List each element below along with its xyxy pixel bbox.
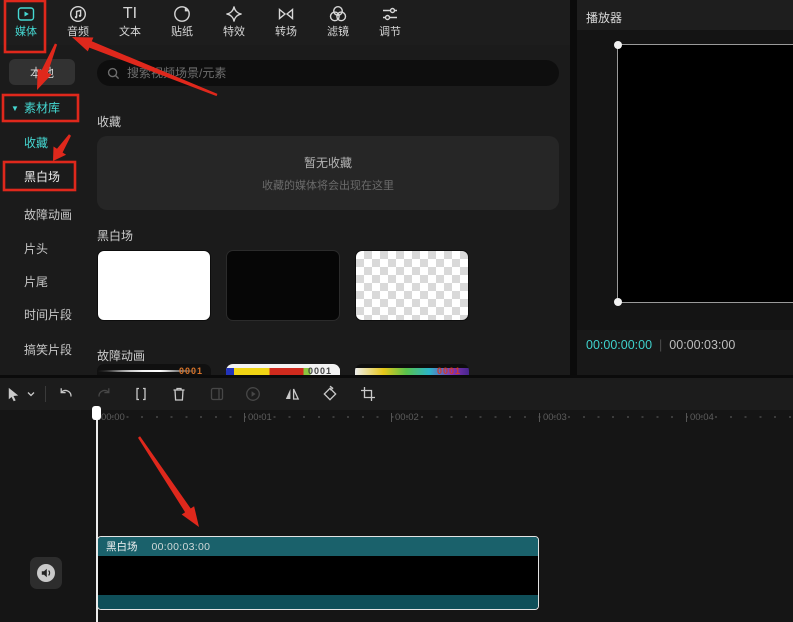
video-editor-app: 媒体 音频 TI 文本 贴纸 特效	[0, 0, 793, 622]
tab-text[interactable]: TI 文本	[104, 3, 156, 44]
sidebar-item-favorites[interactable]: 收藏	[24, 135, 48, 151]
sidebar-item-bw-field[interactable]: 黑白场	[24, 169, 60, 185]
tab-filter-label: 滤镜	[327, 26, 349, 38]
tab-audio[interactable]: 音频	[52, 3, 104, 44]
tab-audio-label: 音频	[67, 26, 89, 38]
empty-state-subtitle: 收藏的媒体将会出现在这里	[262, 177, 394, 193]
tab-transition[interactable]: 转场	[260, 3, 312, 44]
black-field-thumbnail[interactable]	[226, 250, 340, 321]
media-library-panel: 媒体 音频 TI 文本 贴纸 特效	[0, 0, 570, 375]
selection-handle-top-left[interactable]	[614, 41, 622, 49]
search-bar	[97, 60, 559, 86]
ruler-label: 00:03	[539, 413, 567, 423]
crop-button[interactable]	[359, 385, 377, 403]
media-icon	[16, 3, 37, 24]
tab-sticker[interactable]: 贴纸	[156, 3, 208, 44]
delete-button[interactable]	[170, 385, 188, 403]
tab-filter[interactable]: 滤镜	[312, 3, 364, 44]
empty-state-title: 暂无收藏	[304, 154, 352, 171]
transparent-field-thumbnail[interactable]	[355, 250, 469, 321]
selection-handle-bottom-left[interactable]	[614, 298, 622, 306]
split-button[interactable]	[132, 385, 150, 403]
timeline-clip-bw-field[interactable]: 黑白场 00:00:03:00	[97, 536, 539, 610]
player-title: 播放器	[586, 9, 622, 26]
favorites-section-header: 收藏	[97, 113, 121, 130]
undo-button[interactable]	[57, 385, 75, 403]
playhead-line[interactable]	[96, 408, 98, 622]
tab-adjust[interactable]: 调节	[364, 3, 416, 44]
clip-name: 黑白场	[106, 539, 138, 554]
search-input[interactable]	[127, 66, 527, 80]
clip-header: 黑白场 00:00:03:00	[98, 537, 538, 556]
tab-effects[interactable]: 特效	[208, 3, 260, 44]
sidebar-item-funny-segment[interactable]: 搞笑片段	[24, 342, 72, 358]
clip-body	[98, 556, 538, 595]
preview-play-button[interactable]	[244, 385, 262, 403]
sidebar-item-intro[interactable]: 片头	[24, 241, 48, 257]
player-time-display: 00:00:00:00 | 00:00:03:00	[586, 338, 735, 352]
select-tool-dropdown-chevron-icon[interactable]	[22, 385, 40, 403]
track-mute-button[interactable]	[30, 557, 62, 589]
panel-divider-vertical	[570, 0, 577, 375]
tab-transition-label: 转场	[275, 26, 297, 38]
current-time: 00:00:00:00	[586, 338, 652, 352]
preview-canvas	[617, 44, 793, 303]
time-separator: |	[659, 338, 662, 352]
timeline-section: 00:00 00:01 00:02 00:03 00:04 黑白场 00:00:…	[0, 378, 793, 622]
ruler-label: 00:01	[244, 413, 272, 423]
text-icon: TI	[120, 3, 141, 24]
transition-icon	[276, 3, 297, 24]
toolbar-divider	[45, 386, 46, 402]
total-duration: 00:00:03:00	[669, 338, 735, 352]
sidebar-item-time-segment[interactable]: 时间片段	[24, 307, 72, 323]
playhead-handle[interactable]	[92, 406, 101, 420]
sidebar-item-glitch-animation[interactable]: 故障动画	[24, 207, 72, 223]
white-field-thumbnail[interactable]	[97, 250, 211, 321]
clip-footer	[98, 595, 538, 609]
glitch-section-header: 故障动画	[97, 347, 145, 364]
tab-media[interactable]: 媒体	[0, 3, 52, 44]
top-tab-bar: 媒体 音频 TI 文本 贴纸 特效	[0, 0, 570, 45]
tab-sticker-label: 贴纸	[171, 26, 193, 38]
effects-icon	[224, 3, 245, 24]
redo-button[interactable]	[95, 385, 113, 403]
clip-duration: 00:00:03:00	[152, 541, 211, 553]
sticker-icon	[172, 3, 193, 24]
mirror-button[interactable]	[283, 385, 301, 403]
ruler-label: 00:02	[391, 413, 419, 423]
ruler-label: 00:04	[686, 413, 714, 423]
rotate-button[interactable]	[321, 385, 339, 403]
freeze-frame-button[interactable]	[208, 385, 226, 403]
sidebar-item-material-library[interactable]: 素材库	[24, 100, 60, 116]
tab-text-label: 文本	[119, 26, 141, 38]
search-icon	[107, 67, 120, 80]
bw-field-section-header: 黑白场	[97, 227, 133, 244]
tab-effects-label: 特效	[223, 26, 245, 38]
sidebar-item-local[interactable]: 本地	[9, 59, 75, 85]
select-tool-button[interactable]	[4, 385, 22, 403]
favorites-empty-state: 暂无收藏 收藏的媒体将会出现在这里	[97, 136, 559, 210]
chevron-down-icon[interactable]: ▼	[11, 104, 19, 113]
player-panel: 播放器 00:00:00:00 | 00:00:03:00	[577, 0, 793, 375]
audio-icon	[68, 3, 89, 24]
adjust-icon	[380, 3, 401, 24]
speaker-icon	[36, 563, 56, 583]
player-canvas-area	[577, 30, 793, 330]
filter-icon	[328, 3, 349, 24]
tab-adjust-label: 调节	[379, 26, 401, 38]
tab-media-label: 媒体	[15, 26, 37, 38]
timeline-ruler[interactable]: 00:00 00:01 00:02 00:03 00:04	[0, 410, 793, 427]
ruler-label: 00:00	[97, 413, 125, 423]
timeline-toolbar	[0, 378, 793, 410]
sidebar-item-outro[interactable]: 片尾	[24, 274, 48, 290]
